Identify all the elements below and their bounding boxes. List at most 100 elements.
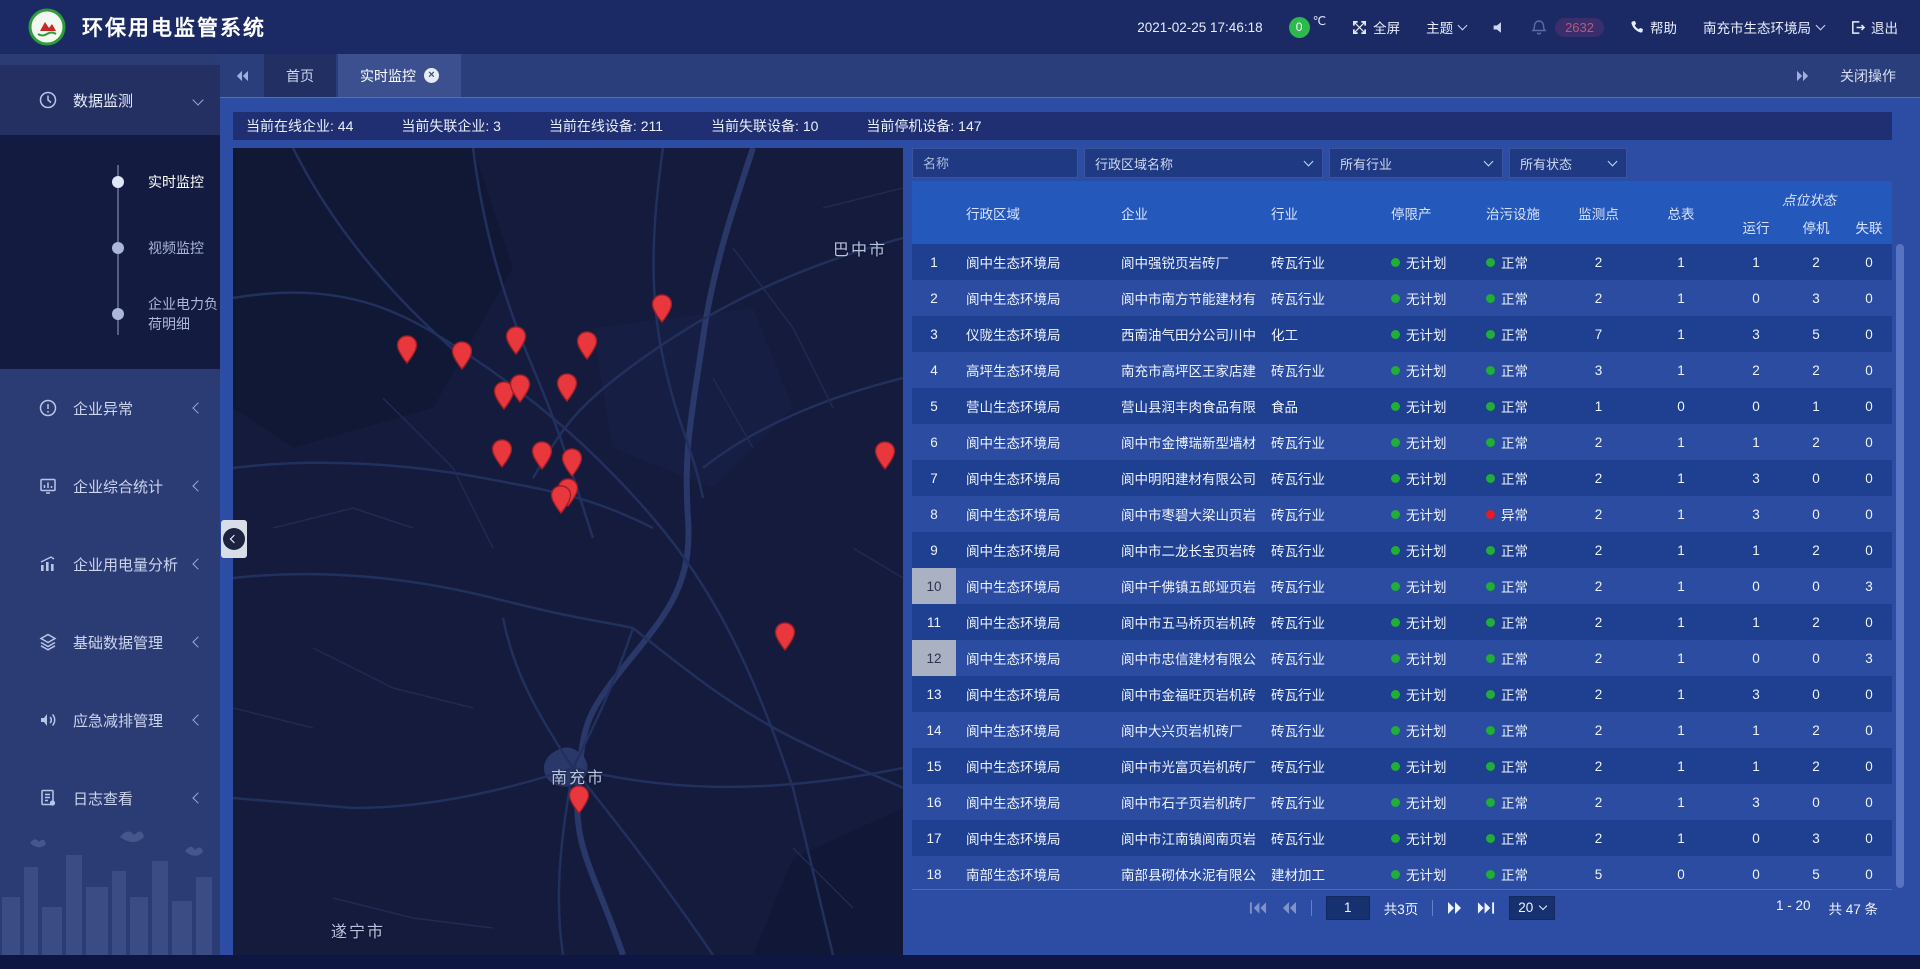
tabs-scroll-right-button[interactable] bbox=[1796, 70, 1810, 82]
theme-dropdown[interactable]: 主题 bbox=[1426, 17, 1466, 37]
table-row[interactable]: 16阆中生态环境局阆中市石子页岩机砖厂砖瓦行业无计划正常21300 bbox=[912, 784, 1892, 820]
page-size-select[interactable]: 20 bbox=[1509, 896, 1555, 920]
table-row[interactable]: 7阆中生态环境局阆中明阳建材有限公司砖瓦行业无计划正常21300 bbox=[912, 460, 1892, 496]
cell-run: 1 bbox=[1726, 244, 1786, 280]
table-row[interactable]: 11阆中生态环境局阆中市五马桥页岩机砖砖瓦行业无计划正常21120 bbox=[912, 604, 1892, 640]
status-filter-select[interactable]: 所有状态 bbox=[1509, 148, 1627, 178]
cell-industry: 砖瓦行业 bbox=[1261, 460, 1381, 496]
region-filter-select[interactable]: 行政区域名称 bbox=[1084, 148, 1323, 178]
map-pin-icon[interactable] bbox=[651, 294, 673, 323]
name-filter-input[interactable] bbox=[912, 148, 1078, 178]
map-pin-icon[interactable] bbox=[550, 485, 572, 514]
header-cell-总表: 总表 bbox=[1636, 181, 1726, 244]
status-dot-icon bbox=[1391, 762, 1400, 771]
sidebar-item-layers[interactable]: 基础数据管理 bbox=[0, 603, 220, 681]
user-org-dropdown[interactable]: 南充市生态环境局 bbox=[1703, 17, 1824, 37]
sidebar-item-label: 基础数据管理 bbox=[73, 632, 194, 653]
last-page-button[interactable] bbox=[1477, 901, 1495, 915]
cell-plan: 无计划 bbox=[1381, 568, 1476, 604]
sidebar-item-alert[interactable]: 企业异常 bbox=[0, 369, 220, 447]
tab-实时监控[interactable]: 实时监控× bbox=[338, 54, 461, 97]
tabs-scroll-left-button[interactable] bbox=[220, 54, 264, 97]
sidebar-item-chart[interactable]: 企业用电量分析 bbox=[0, 525, 220, 603]
scrollbar-thumb[interactable] bbox=[1896, 244, 1904, 888]
table-row[interactable]: 6阆中生态环境局阆中市金博瑞新型墙材砖瓦行业无计划正常21120 bbox=[912, 424, 1892, 460]
map-pin-icon[interactable] bbox=[576, 331, 598, 360]
sidebar-item-megaphone[interactable]: 应急减排管理 bbox=[0, 681, 220, 759]
cell-meters: 1 bbox=[1636, 496, 1726, 532]
sidebar-item-企业电力负荷明细[interactable]: 企业电力负荷明细 bbox=[0, 281, 220, 347]
chart-icon bbox=[38, 554, 58, 574]
notifications[interactable]: 2632 bbox=[1531, 18, 1604, 37]
cell-stop: 0 bbox=[1786, 640, 1846, 676]
table-row[interactable]: 5营山生态环境局营山县润丰肉食品有限食品无计划正常10010 bbox=[912, 388, 1892, 424]
map-pin-icon[interactable] bbox=[451, 341, 473, 370]
status-dot-icon bbox=[1486, 798, 1495, 807]
prev-page-button[interactable] bbox=[1281, 901, 1297, 915]
map-collapse-button[interactable] bbox=[221, 520, 247, 558]
sound-button[interactable] bbox=[1492, 21, 1505, 34]
table-row[interactable]: 2阆中生态环境局阆中市南方节能建材有砖瓦行业无计划正常21030 bbox=[912, 280, 1892, 316]
map-panel[interactable]: 巴中市南充市遂宁市 bbox=[233, 148, 903, 955]
cell-facility: 正常 bbox=[1476, 748, 1561, 784]
tab-close-icon[interactable]: × bbox=[424, 68, 439, 83]
cell-points: 2 bbox=[1561, 784, 1636, 820]
help-button[interactable]: 帮助 bbox=[1630, 17, 1677, 37]
page-number-input[interactable]: 1 bbox=[1326, 896, 1370, 920]
table-row[interactable]: 12阆中生态环境局阆中市忠信建材有限公砖瓦行业无计划正常21003 bbox=[912, 640, 1892, 676]
table-row[interactable]: 17阆中生态环境局阆中市江南镇阆南页岩砖瓦行业无计划正常21030 bbox=[912, 820, 1892, 856]
status-dot-icon bbox=[1486, 618, 1495, 627]
cell-run: 1 bbox=[1726, 712, 1786, 748]
cell-facility: 正常 bbox=[1476, 280, 1561, 316]
layers-icon bbox=[38, 632, 58, 652]
table-row[interactable]: 15阆中生态环境局阆中市光富页岩机砖厂砖瓦行业无计划正常21120 bbox=[912, 748, 1892, 784]
cell-index: 17 bbox=[912, 820, 956, 856]
map-pin-icon[interactable] bbox=[774, 622, 796, 651]
map-pin-icon[interactable] bbox=[505, 326, 527, 355]
cell-meters: 1 bbox=[1636, 244, 1726, 280]
table-row[interactable]: 8阆中生态环境局阆中市枣碧大梁山页岩砖瓦行业无计划异常21300 bbox=[912, 496, 1892, 532]
map-pin-icon[interactable] bbox=[531, 441, 553, 470]
cell-index: 6 bbox=[912, 424, 956, 460]
cell-facility: 正常 bbox=[1476, 244, 1561, 280]
map-pin-icon[interactable] bbox=[509, 374, 531, 403]
table-row[interactable]: 18南部生态环境局南部县砌体水泥有限公建材加工无计划正常50050 bbox=[912, 856, 1892, 888]
cell-lost: 0 bbox=[1846, 460, 1892, 496]
table-row[interactable]: 4高坪生态环境局南充市高坪区王家店建砖瓦行业无计划正常31220 bbox=[912, 352, 1892, 388]
tab-首页[interactable]: 首页 bbox=[264, 54, 336, 97]
table-row[interactable]: 1阆中生态环境局阆中强锐页岩砖厂砖瓦行业无计划正常21120 bbox=[912, 244, 1892, 280]
cell-facility: 正常 bbox=[1476, 712, 1561, 748]
map-pin-icon[interactable] bbox=[396, 335, 418, 364]
table-row[interactable]: 9阆中生态环境局阆中市二龙长宝页岩砖砖瓦行业无计划正常21120 bbox=[912, 532, 1892, 568]
cell-meters: 0 bbox=[1636, 388, 1726, 424]
sidebar-item-stats[interactable]: 企业综合统计 bbox=[0, 447, 220, 525]
log-icon bbox=[38, 788, 58, 808]
cell-points: 2 bbox=[1561, 604, 1636, 640]
table-row[interactable]: 3仪陇生态环境局西南油气田分公司川中化工无计划正常71350 bbox=[912, 316, 1892, 352]
table-row[interactable]: 14阆中生态环境局阆中大兴页岩机砖厂砖瓦行业无计划正常21120 bbox=[912, 712, 1892, 748]
next-page-button[interactable] bbox=[1447, 901, 1463, 915]
table-row[interactable]: 10阆中生态环境局阆中千佛镇五郎垭页岩砖瓦行业无计划正常21003 bbox=[912, 568, 1892, 604]
cell-company: 阆中市光富页岩机砖厂 bbox=[1111, 748, 1261, 784]
map-pin-icon[interactable] bbox=[491, 439, 513, 468]
industry-filter-select[interactable]: 所有行业 bbox=[1329, 148, 1503, 178]
cell-stop: 2 bbox=[1786, 244, 1846, 280]
logout-button[interactable]: 退出 bbox=[1850, 17, 1898, 37]
map-pin-icon[interactable] bbox=[568, 785, 590, 814]
sidebar-item-实时监控[interactable]: 实时监控 bbox=[0, 149, 220, 215]
cell-facility: 正常 bbox=[1476, 820, 1561, 856]
chevron-left-icon bbox=[192, 636, 203, 647]
fullscreen-button[interactable]: 全屏 bbox=[1352, 17, 1400, 37]
sidebar-item-视频监控[interactable]: 视频监控 bbox=[0, 215, 220, 281]
map-pin-icon[interactable] bbox=[874, 441, 896, 470]
map-pin-icon[interactable] bbox=[556, 373, 578, 402]
filter-bar: 行政区域名称 所有行业 所有状态 bbox=[912, 148, 1892, 178]
table-row[interactable]: 13阆中生态环境局阆中市金福旺页岩机砖砖瓦行业无计划正常21300 bbox=[912, 676, 1892, 712]
cell-industry: 砖瓦行业 bbox=[1261, 280, 1381, 316]
cell-points: 3 bbox=[1561, 352, 1636, 388]
sidebar-group-gauge[interactable]: 数据监测 bbox=[0, 65, 220, 135]
map-pin-icon[interactable] bbox=[561, 448, 583, 477]
close-operations-button[interactable]: 关闭操作 bbox=[1840, 66, 1896, 86]
header-cell-运行: 运行 bbox=[1726, 217, 1786, 237]
first-page-button[interactable] bbox=[1249, 901, 1267, 915]
